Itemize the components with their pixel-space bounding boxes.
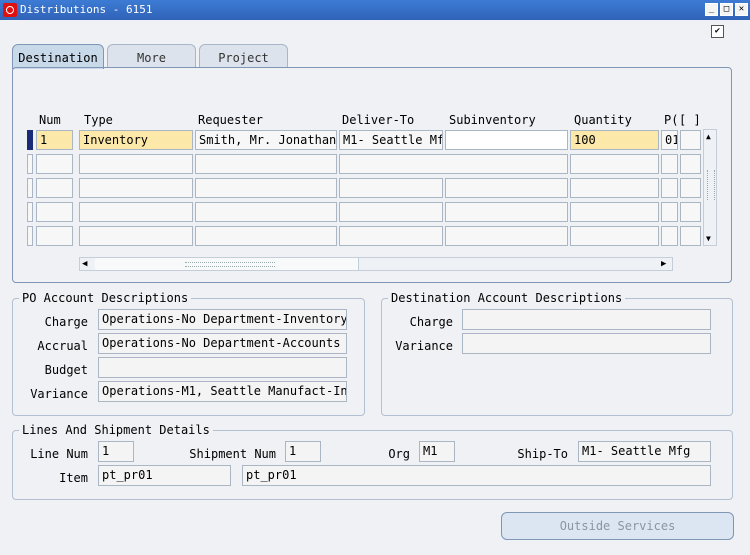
- header-subinventory: Subinventory: [449, 113, 536, 127]
- header-quantity: Quantity: [574, 113, 632, 127]
- org-label: Org: [388, 447, 410, 461]
- budget-label: Budget: [44, 363, 88, 377]
- scroll-thumb[interactable]: [707, 170, 715, 200]
- row-selector[interactable]: [27, 178, 33, 198]
- ship-to-field[interactable]: M1- Seattle Mfg: [578, 441, 711, 462]
- header-po: P(: [664, 113, 679, 127]
- requester-cell[interactable]: [195, 154, 337, 174]
- po-accrual-field[interactable]: Operations-No Department-Accounts P: [98, 333, 347, 354]
- deliver-to-cell[interactable]: [339, 202, 443, 222]
- close-icon[interactable]: ✕: [735, 3, 748, 16]
- header-requester: Requester: [198, 113, 264, 127]
- quantity-cell[interactable]: [570, 202, 659, 222]
- bracket-cell[interactable]: [680, 202, 701, 222]
- item-field[interactable]: pt_pr01: [98, 465, 231, 486]
- header-type: Type: [84, 113, 113, 127]
- subinventory-cell[interactable]: [445, 130, 568, 150]
- destination-panel: [12, 67, 732, 283]
- horizontal-scrollbar[interactable]: ◀ ▶: [79, 257, 673, 271]
- row-selector[interactable]: [27, 130, 33, 150]
- header-bracket: [ ]: [679, 113, 701, 127]
- oracle-logo-icon: [3, 3, 17, 17]
- item-description-field[interactable]: pt_pr01: [242, 465, 711, 486]
- ship-to-label: Ship-To: [517, 447, 568, 461]
- scroll-left-icon[interactable]: ◀: [82, 259, 87, 269]
- num-cell[interactable]: [36, 178, 73, 198]
- deliver-to-cell[interactable]: [339, 178, 443, 198]
- subinventory-cell[interactable]: [445, 178, 568, 198]
- shipment-num-field[interactable]: 1: [285, 441, 321, 462]
- num-cell[interactable]: [36, 154, 73, 174]
- header-deliver-to: Deliver-To: [342, 113, 415, 127]
- scroll-down-icon[interactable]: ▼: [706, 234, 711, 243]
- po-account-title: PO Account Descriptions: [19, 291, 192, 305]
- po-cell[interactable]: 01: [661, 130, 678, 150]
- tab-more[interactable]: More: [107, 44, 196, 68]
- po-charge-field[interactable]: Operations-No Department-Inventory: [98, 309, 347, 330]
- num-cell[interactable]: 1: [36, 130, 73, 150]
- bracket-cell[interactable]: [680, 226, 701, 246]
- deliver-to-cell[interactable]: [339, 154, 568, 174]
- po-cell[interactable]: [661, 154, 678, 174]
- header-num: Num: [39, 113, 61, 127]
- type-cell[interactable]: [79, 178, 193, 198]
- variance-label: Variance: [30, 387, 88, 401]
- shipment-num-label: Shipment Num: [189, 447, 276, 461]
- deliver-to-cell[interactable]: [339, 226, 443, 246]
- po-variance-field[interactable]: Operations-M1, Seattle Manufact-Inv: [98, 381, 347, 402]
- dest-charge-field[interactable]: [462, 309, 711, 330]
- outside-services-button[interactable]: Outside Services: [501, 512, 734, 540]
- po-cell[interactable]: [661, 226, 678, 246]
- lines-shipment-title: Lines And Shipment Details: [19, 423, 213, 437]
- vertical-scrollbar[interactable]: ▲ ▼: [703, 129, 717, 246]
- line-num-field[interactable]: 1: [98, 441, 134, 462]
- scroll-right-icon[interactable]: ▶: [661, 259, 666, 269]
- type-cell[interactable]: Inventory: [79, 130, 193, 150]
- variance-label: Variance: [395, 339, 453, 353]
- num-cell[interactable]: [36, 202, 73, 222]
- scroll-up-icon[interactable]: ▲: [706, 132, 711, 141]
- type-cell[interactable]: [79, 226, 193, 246]
- dest-variance-field[interactable]: [462, 333, 711, 354]
- org-field[interactable]: M1: [419, 441, 455, 462]
- scroll-thumb[interactable]: [95, 258, 359, 270]
- requester-cell[interactable]: Smith, Mr. Jonathan: [195, 130, 337, 150]
- line-num-label: Line Num: [30, 447, 88, 461]
- title-bar: Distributions - 6151 _ □ ✕: [0, 0, 750, 20]
- tab-project[interactable]: Project: [199, 44, 288, 68]
- charge-label: Charge: [44, 315, 88, 329]
- po-cell[interactable]: [661, 202, 678, 222]
- bracket-cell[interactable]: [680, 130, 701, 150]
- subinventory-cell[interactable]: [445, 226, 568, 246]
- quantity-cell[interactable]: [570, 178, 659, 198]
- bracket-cell[interactable]: [680, 154, 701, 174]
- row-selector[interactable]: [27, 202, 33, 222]
- subinventory-cell[interactable]: [445, 202, 568, 222]
- deliver-to-cell[interactable]: M1- Seattle Mfg: [339, 130, 443, 150]
- window-title: Distributions - 6151: [20, 3, 153, 16]
- type-cell[interactable]: [79, 154, 193, 174]
- destination-account-title: Destination Account Descriptions: [388, 291, 626, 305]
- quantity-cell[interactable]: [570, 154, 659, 174]
- charge-label: Charge: [409, 315, 453, 329]
- tab-destination[interactable]: Destination: [12, 44, 104, 69]
- row-selector[interactable]: [27, 226, 33, 246]
- requester-cell[interactable]: [195, 226, 337, 246]
- requester-cell[interactable]: [195, 202, 337, 222]
- maximize-icon[interactable]: □: [720, 3, 733, 16]
- checkbox-icon[interactable]: ✔: [711, 25, 724, 38]
- po-cell[interactable]: [661, 178, 678, 198]
- num-cell[interactable]: [36, 226, 73, 246]
- quantity-cell[interactable]: 100: [570, 130, 659, 150]
- requester-cell[interactable]: [195, 178, 337, 198]
- row-selector[interactable]: [27, 154, 33, 174]
- po-budget-field[interactable]: [98, 357, 347, 378]
- accrual-label: Accrual: [37, 339, 88, 353]
- item-label: Item: [59, 471, 88, 485]
- quantity-cell[interactable]: [570, 226, 659, 246]
- minimize-icon[interactable]: _: [705, 3, 718, 16]
- type-cell[interactable]: [79, 202, 193, 222]
- bracket-cell[interactable]: [680, 178, 701, 198]
